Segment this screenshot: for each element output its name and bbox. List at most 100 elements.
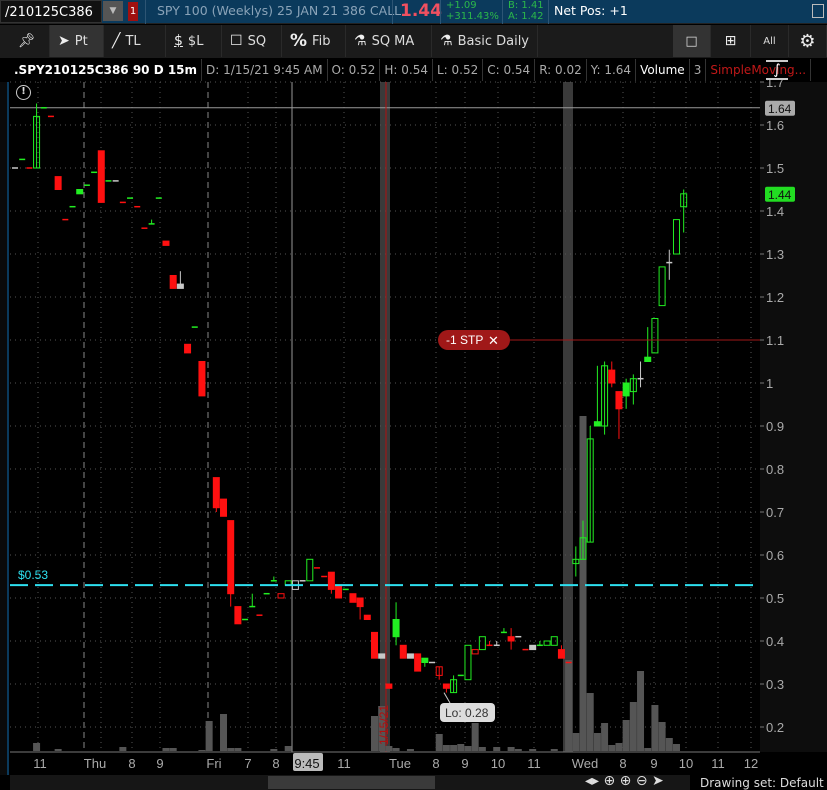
time-tick-label: 8 [432, 756, 439, 771]
volume-bar [406, 749, 414, 751]
candle-body [593, 421, 601, 427]
volume-bar [234, 748, 242, 751]
candle-body [622, 382, 630, 397]
candle-body [97, 150, 105, 203]
time-tick-label: Thu [84, 756, 106, 771]
volume-bar [565, 660, 573, 751]
volume-bar [550, 749, 558, 751]
chart-nav-icons[interactable]: ◂▸ ⊕ ⊕ ⊖ ➤ [585, 773, 664, 789]
price-tick-label: 0.3 [766, 677, 784, 692]
candle-body [406, 653, 414, 659]
volume-bar [284, 746, 292, 751]
volume-bar [270, 749, 278, 751]
time-tick-label: 8 [128, 756, 135, 771]
volume-bar [601, 723, 609, 751]
time-tick-label: 10 [679, 756, 693, 771]
volume-bar [450, 745, 458, 751]
candle-body [227, 520, 235, 595]
low-tooltip: Lo: 0.28 [445, 706, 489, 720]
stop-order-label: -1 STP [446, 333, 483, 347]
price-tick-label: 0.5 [766, 591, 784, 606]
volume-bar [529, 749, 537, 751]
volume-bar [658, 722, 666, 751]
price-tick-label: 1.4 [766, 204, 784, 219]
candle-body [220, 498, 228, 517]
candle-body [615, 391, 623, 410]
volume-bar [629, 702, 637, 751]
volume-bar [672, 744, 680, 751]
price-tick-label: 1 [766, 376, 773, 391]
candle-body [371, 631, 378, 659]
time-tick-label: 9 [156, 756, 163, 771]
volume-bar [493, 747, 501, 751]
candle-body [414, 653, 422, 672]
volume-bar [644, 748, 652, 751]
candle-body [349, 593, 357, 603]
time-tick-label: 11 [711, 756, 725, 771]
volume-bar [119, 747, 127, 751]
candle-body [327, 571, 335, 590]
volume-bar [608, 745, 616, 751]
candle-body [54, 176, 62, 191]
volume-bar [162, 748, 170, 751]
candle-body [184, 343, 192, 354]
time-tick-label: 11 [337, 756, 351, 771]
volume-bar [622, 720, 630, 751]
volume-bar [514, 749, 522, 751]
candle-body [176, 283, 184, 289]
time-tick-label: 9 [461, 756, 468, 771]
price-tick-label: 1.5 [766, 161, 784, 176]
candle-body [169, 275, 177, 289]
volume-bar [651, 705, 659, 751]
price-tick-label: 1.1 [766, 333, 784, 348]
price-tick-label: 1.3 [766, 247, 784, 262]
volume-bar [637, 671, 645, 751]
drawing-set-label[interactable]: Drawing set: Default [700, 776, 824, 790]
candle-body [529, 644, 537, 651]
time-tick-label: 9:45 [294, 756, 319, 771]
time-tick-label: Tue [389, 756, 411, 771]
time-tick-label: 9 [650, 756, 657, 771]
close-icon[interactable]: ✕ [488, 334, 499, 349]
candle-body [557, 649, 565, 659]
candle-body [198, 361, 206, 397]
price-axis [760, 82, 827, 752]
candle-body [162, 240, 170, 246]
candle-body [335, 584, 343, 599]
time-tick-label: 11 [527, 756, 541, 771]
session-break [380, 82, 390, 752]
time-tick-label: 8 [272, 756, 279, 771]
price-tick-label: 0.8 [766, 462, 784, 477]
time-tick-label: 12 [744, 756, 758, 771]
volume-bar [586, 693, 594, 751]
candle-body [356, 597, 364, 608]
volume-bar [665, 738, 673, 751]
volume-bar [385, 746, 393, 751]
volume-bar [478, 747, 486, 751]
volume-bar [442, 745, 450, 751]
price-tick-label: 0.2 [766, 720, 784, 735]
volume-bar [198, 750, 206, 751]
volume-bar [471, 723, 479, 751]
volume-bar [227, 748, 235, 751]
volume-bar [615, 743, 623, 751]
time-tick-label: 7 [244, 756, 251, 771]
price-tick-label: 0.9 [766, 419, 784, 434]
price-tick-label: 0.4 [766, 634, 784, 649]
average-price-label: $0.53 [18, 568, 48, 582]
candle-body [378, 653, 386, 659]
alert-icon[interactable]: ! [16, 85, 31, 100]
time-tick-label: 11 [33, 756, 47, 771]
time-tick-label: 10 [491, 756, 505, 771]
price-chart[interactable]: 1.71.61.51.41.31.21.110.90.80.70.60.50.4… [0, 0, 827, 790]
volume-bar [572, 733, 580, 751]
price-tick-label: 0.7 [766, 505, 784, 520]
scrollbar-thumb[interactable] [268, 776, 435, 789]
volume-bar [33, 743, 41, 751]
crosshair-price: 1.64 [768, 102, 792, 116]
candle-body [644, 356, 652, 363]
volume-bar [54, 749, 62, 751]
volume-bar [392, 748, 400, 751]
volume-bar [464, 746, 472, 751]
price-scale-icon[interactable]: ∫ [766, 60, 788, 80]
